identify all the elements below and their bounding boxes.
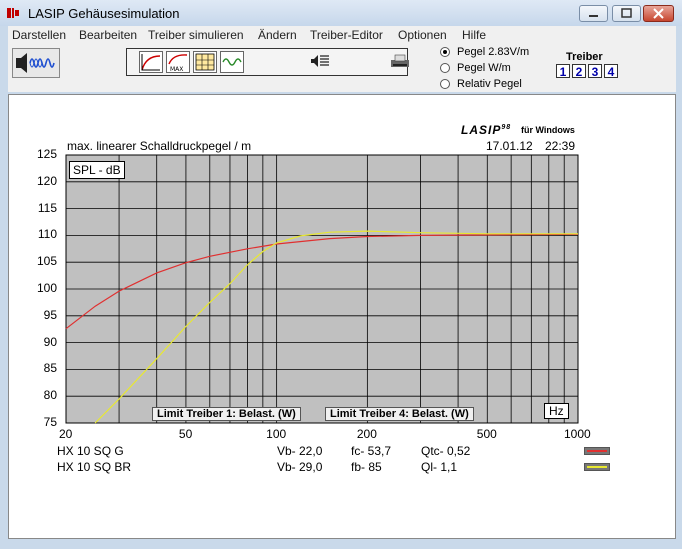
close-button[interactable] bbox=[643, 5, 674, 22]
legend-name-1: HX 10 SQ G bbox=[57, 444, 124, 458]
y-tick-label: 85 bbox=[43, 361, 57, 376]
x-axis-unit: Hz bbox=[544, 403, 569, 419]
x-tick-label: 20 bbox=[59, 427, 73, 441]
print-button[interactable] bbox=[389, 51, 413, 73]
app-window: LASIP Gehäusesimulation Darstellen Bearb… bbox=[0, 0, 682, 549]
pegel-option-2[interactable]: Pegel W/m bbox=[440, 62, 511, 74]
y-tick-label: 90 bbox=[43, 334, 57, 349]
title-bar: LASIP Gehäusesimulation bbox=[0, 0, 682, 26]
radio-selected[interactable] bbox=[440, 47, 450, 58]
x-tick-label: 1000 bbox=[564, 427, 591, 441]
svg-text:MAX: MAX bbox=[170, 66, 183, 72]
speaker-list-icon bbox=[311, 55, 329, 67]
y-tick-label: 100 bbox=[36, 281, 57, 295]
max-spl-button[interactable]: MAX bbox=[166, 51, 190, 73]
restore-icon bbox=[621, 8, 632, 18]
pegel-option-3[interactable]: Relativ Pegel bbox=[440, 78, 522, 90]
treiber-2-button[interactable]: 2 bbox=[572, 64, 586, 79]
yellow-line-sample bbox=[587, 466, 607, 468]
x-tick-label: 50 bbox=[178, 427, 193, 441]
legend-swatch-1 bbox=[584, 447, 610, 455]
pegel-option-1[interactable]: Pegel 2.83V/m bbox=[440, 46, 529, 58]
view-tool-group: MAX bbox=[126, 48, 409, 76]
limit-driver-1-button[interactable]: Limit Treiber 1: Belast. (W) bbox=[152, 407, 301, 421]
menu-optionen[interactable]: Optionen bbox=[398, 28, 447, 42]
y-tick-label: 120 bbox=[36, 173, 57, 188]
close-icon bbox=[653, 8, 664, 19]
y-tick-label: 80 bbox=[43, 388, 57, 403]
treiber-label: Treiber bbox=[566, 51, 603, 63]
x-tick-label: 200 bbox=[356, 427, 377, 441]
menu-treiber-simulieren[interactable]: Treiber simulieren bbox=[148, 28, 244, 42]
chart-area: LASIP98 für Windows max. linearer Schall… bbox=[8, 94, 676, 539]
minimize-icon bbox=[589, 15, 598, 17]
maximize-button[interactable] bbox=[612, 5, 641, 22]
grid-chart-button[interactable] bbox=[193, 51, 217, 73]
menu-aendern[interactable]: Ändern bbox=[258, 28, 297, 42]
y-tick-label: 110 bbox=[37, 227, 57, 242]
menu-bar: Darstellen Bearbeiten Treiber simulieren… bbox=[8, 26, 676, 44]
radio-unselected[interactable] bbox=[440, 79, 450, 90]
window-title: LASIP Gehäusesimulation bbox=[28, 6, 180, 21]
treiber-3-button[interactable]: 3 bbox=[588, 64, 602, 79]
legend-vb-2: Vb- 29,0 bbox=[277, 460, 323, 474]
legend-swatch-2 bbox=[584, 463, 610, 471]
treiber-1-button[interactable]: 1 bbox=[556, 64, 570, 79]
legend-fc-1: fc- 53,7 bbox=[351, 444, 392, 458]
radio-unselected[interactable] bbox=[440, 63, 450, 74]
curve-chart-icon bbox=[141, 54, 161, 71]
y-tick-label: 75 bbox=[43, 415, 57, 429]
lasip-app-icon bbox=[7, 8, 19, 18]
y-tick-label: 115 bbox=[37, 200, 57, 215]
legend-fb-2: fb- 85 bbox=[351, 460, 382, 474]
x-tick-label: 500 bbox=[476, 427, 497, 441]
menu-hilfe[interactable]: Hilfe bbox=[462, 28, 486, 42]
printer-icon bbox=[391, 54, 409, 67]
grid-chart-icon bbox=[195, 53, 215, 71]
minimize-button[interactable] bbox=[579, 5, 608, 22]
wave-chart-icon bbox=[222, 58, 242, 66]
limit-driver-4-button[interactable]: Limit Treiber 4: Belast. (W) bbox=[325, 407, 474, 421]
y-tick-label: 105 bbox=[36, 254, 57, 269]
y-axis-label: SPL - dB bbox=[69, 161, 125, 179]
legend-q-2: Ql- 1,1 bbox=[421, 460, 458, 474]
legend-vb-1: Vb- 22,0 bbox=[277, 444, 323, 458]
treiber-4-button[interactable]: 4 bbox=[604, 64, 618, 79]
menu-bearbeiten[interactable]: Bearbeiten bbox=[79, 28, 137, 42]
spl-curve-button[interactable] bbox=[139, 51, 163, 73]
max-chart-icon: MAX bbox=[168, 54, 188, 73]
menu-treiber-editor[interactable]: Treiber-Editor bbox=[310, 28, 383, 42]
legend-q-1: Qtc- 0,52 bbox=[421, 444, 471, 458]
speaker-wave-icon bbox=[16, 53, 55, 73]
toolbar: MAX Pegel 2.83V/m Pegel W/m Relativ Pege… bbox=[8, 44, 676, 92]
driver-list-button[interactable] bbox=[309, 51, 333, 73]
legend-name-2: HX 10 SQ BR bbox=[57, 460, 132, 474]
menu-darstellen[interactable]: Darstellen bbox=[12, 28, 66, 42]
speaker-sound-button[interactable] bbox=[12, 48, 60, 78]
y-tick-label: 125 bbox=[36, 147, 57, 161]
red-line-sample bbox=[587, 450, 607, 452]
y-tick-label: 95 bbox=[43, 307, 57, 322]
x-tick-label: 100 bbox=[266, 427, 287, 441]
impedance-chart-button[interactable] bbox=[220, 51, 244, 73]
